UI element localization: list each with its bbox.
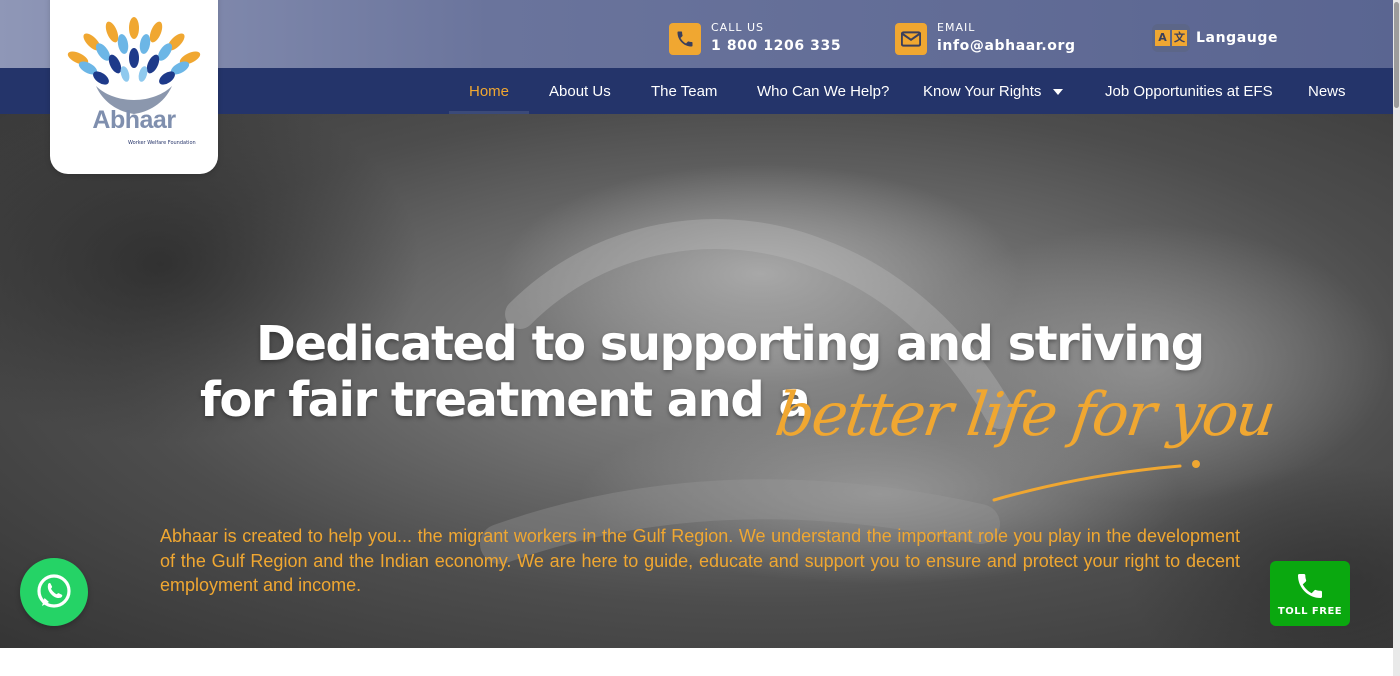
hero-banner: Dedicated to supporting and striving for… bbox=[0, 114, 1400, 648]
site-logo[interactable]: Abhaar Worker Welfare Foundation bbox=[50, 0, 218, 174]
nav-the-team[interactable]: The Team bbox=[651, 68, 717, 114]
email-label: EMAIL bbox=[937, 21, 976, 34]
nav-job-opportunities[interactable]: Job Opportunities at EFS bbox=[1105, 68, 1273, 114]
call-us-label: CALL US bbox=[711, 21, 764, 34]
nav-know-your-rights-label: Know Your Rights bbox=[923, 82, 1042, 100]
page-scrollbar[interactable] bbox=[1393, 0, 1400, 676]
logo-tagline: Worker Welfare Foundation bbox=[128, 140, 196, 146]
language-selector[interactable]: A 文 Langauge bbox=[1152, 24, 1278, 52]
chevron-down-icon bbox=[1053, 89, 1064, 95]
translate-glyph-a: A bbox=[1155, 30, 1170, 46]
phone-number[interactable]: 1 800 1206 335 bbox=[711, 35, 841, 57]
translate-glyph-b: 文 bbox=[1172, 30, 1187, 46]
language-label: Langauge bbox=[1196, 30, 1279, 46]
nav-about-us[interactable]: About Us bbox=[549, 68, 611, 114]
nav-who-can-we-help[interactable]: Who Can We Help? bbox=[757, 68, 889, 114]
whatsapp-icon bbox=[37, 574, 71, 608]
whatsapp-button[interactable] bbox=[20, 558, 88, 626]
nav-news[interactable]: News bbox=[1308, 68, 1346, 114]
toll-free-button[interactable]: TOLL FREE bbox=[1270, 561, 1350, 626]
hero-description: Abhaar is created to help you... the mig… bbox=[160, 526, 1240, 595]
call-us-block[interactable]: CALL US 1 800 1206 335 bbox=[669, 20, 841, 57]
translate-icon: A 文 bbox=[1152, 24, 1190, 52]
hero-swash bbox=[992, 460, 1200, 502]
phone-icon bbox=[669, 22, 701, 55]
nav-home[interactable]: Home bbox=[448, 68, 530, 114]
scrollbar-thumb[interactable] bbox=[1394, 2, 1399, 108]
email-address[interactable]: info@abhaar.org bbox=[937, 35, 1076, 57]
phone-icon bbox=[1298, 574, 1322, 598]
hero-highlight-text: better life for you bbox=[771, 380, 1279, 450]
logo-name: Abhaar bbox=[92, 106, 176, 134]
hero-headline-line1: Dedicated to supporting and striving bbox=[256, 316, 1205, 372]
toll-free-label: TOLL FREE bbox=[1277, 606, 1343, 617]
hero-headline-line2: for fair treatment and a bbox=[200, 372, 811, 428]
nav-know-your-rights[interactable]: Know Your Rights bbox=[923, 68, 1064, 114]
envelope-icon bbox=[895, 22, 927, 55]
email-block[interactable]: EMAIL info@abhaar.org bbox=[895, 20, 1076, 57]
